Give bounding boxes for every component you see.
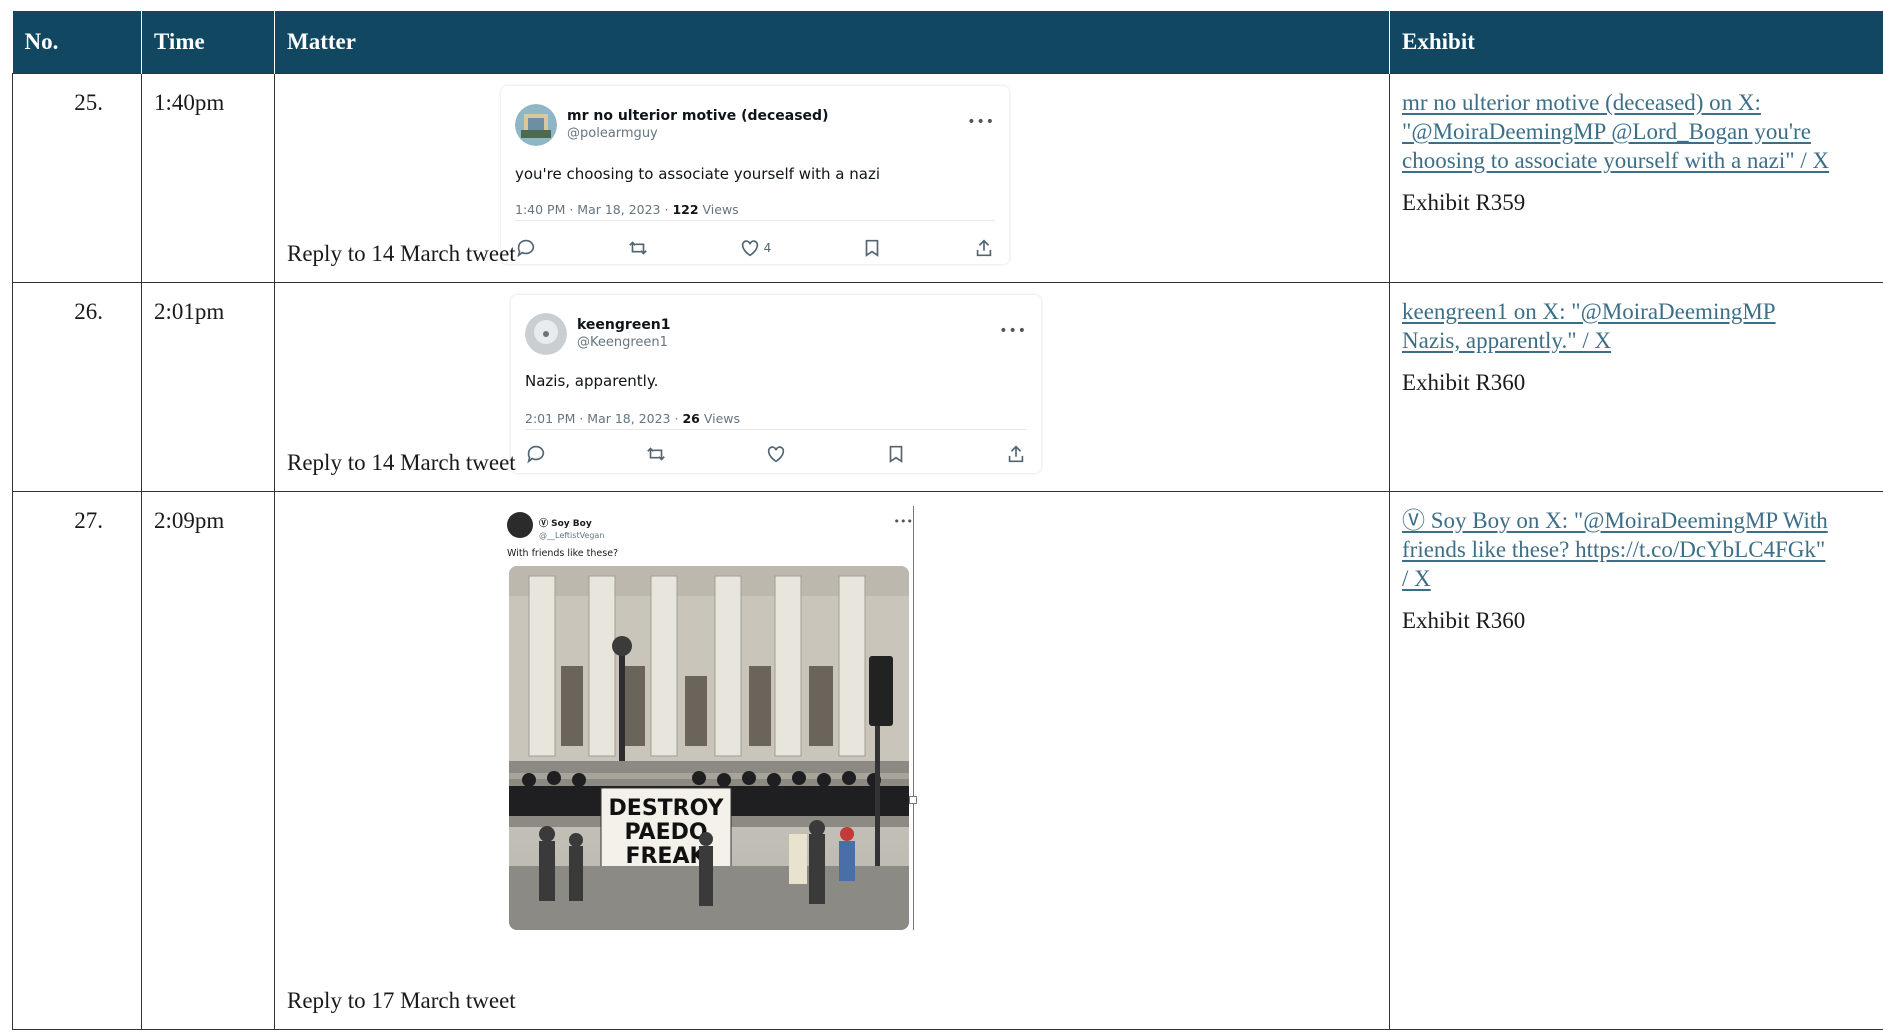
bookmark-icon[interactable] xyxy=(885,443,907,465)
exhibit-reference: Exhibit R360 xyxy=(1402,607,1526,633)
tweet-text: With friends like these? xyxy=(507,547,619,559)
table-row: 26. 2:01pm keengreen1 @Keengreen1 ••• Na… xyxy=(12,281,1883,492)
tweet-timestamp: 2:01 PM · Mar 18, 2023 · xyxy=(525,410,683,426)
row-number: 25. xyxy=(12,72,142,283)
row-number: 26. xyxy=(12,281,142,492)
like-icon[interactable] xyxy=(765,443,787,465)
like-icon[interactable]: 4 xyxy=(739,234,772,262)
header-matter: Matter xyxy=(274,11,1390,73)
tweet-timestamp: 1:40 PM · Mar 18, 2023 · xyxy=(515,201,673,217)
exhibit-cell: mr no ulterior motive (deceased) on X: "… xyxy=(1389,72,1883,283)
tweet-view-count: 26 xyxy=(682,410,700,426)
more-options-icon[interactable]: ••• xyxy=(967,108,995,136)
reply-icon[interactable] xyxy=(525,443,547,465)
header-row: No. Time Matter Exhibit xyxy=(12,11,1883,73)
exhibit-cell: Ⓥ Soy Boy on X: "@MoiraDeemingMP With fr… xyxy=(1389,490,1883,1030)
table-row: 27. 2:09pm Ⓥ Soy Boy @__LeftistVegan •••… xyxy=(12,490,1883,1030)
exhibit-link[interactable]: keengreen1 on X: "@MoiraDeemingMP Nazis,… xyxy=(1402,299,1776,353)
tweet-author-name: mr no ulterior motive (deceased) xyxy=(567,107,829,124)
tweet-header: keengreen1 @Keengreen1 xyxy=(525,312,671,355)
evidence-table: No. Time Matter Exhibit 25. 1:40pm mr no… xyxy=(12,11,1883,1030)
more-options-icon[interactable]: ••• xyxy=(999,317,1027,345)
tweet-actions xyxy=(525,443,1027,465)
exhibit-link-line: keengreen1 on X: "@MoiraDeemingMP xyxy=(1402,298,1776,324)
tweet-author-name: keengreen1 xyxy=(577,316,671,333)
exhibit-link-line: Nazis, apparently." / X xyxy=(1402,327,1612,353)
tweet-header: mr no ulterior motive (deceased) @polear… xyxy=(515,103,829,146)
tweet-divider xyxy=(515,219,995,221)
avatar xyxy=(525,312,567,355)
share-icon[interactable] xyxy=(1005,443,1027,465)
row-number: 27. xyxy=(12,490,142,1030)
exhibit-link[interactable]: Ⓥ Soy Boy on X: "@MoiraDeemingMP With fr… xyxy=(1402,508,1828,591)
share-icon[interactable] xyxy=(973,237,995,259)
retweet-icon[interactable] xyxy=(627,237,649,259)
row-time: 1:40pm xyxy=(141,72,275,283)
exhibit-link-line: / X xyxy=(1402,565,1431,591)
banner-text-line: PAEDO xyxy=(624,820,707,845)
header-exhibit: Exhibit xyxy=(1389,11,1883,73)
exhibit-link-line: mr no ulterior motive (deceased) on X: xyxy=(1402,89,1761,115)
tweet-divider xyxy=(525,428,1027,430)
tweet-author-handle: @Keengreen1 xyxy=(577,334,668,350)
matter-label: Reply to 14 March tweet xyxy=(287,240,516,266)
table-row: 25. 1:40pm mr no ulterior motive (deceas… xyxy=(12,72,1883,283)
tweet-text: you're choosing to associate yourself wi… xyxy=(515,164,880,183)
tweet-views-label: Views xyxy=(699,410,740,426)
exhibit-cell: keengreen1 on X: "@MoiraDeemingMP Nazis,… xyxy=(1389,281,1883,492)
tweet-actions: 4 xyxy=(515,234,995,262)
resize-handle[interactable] xyxy=(909,795,917,804)
header-no: No. xyxy=(12,11,142,73)
exhibit-link-line: Ⓥ Soy Boy on X: "@MoiraDeemingMP With xyxy=(1402,507,1828,533)
bookmark-icon[interactable] xyxy=(861,237,883,259)
tweet-views-label: Views xyxy=(698,201,739,217)
matter-cell: Ⓥ Soy Boy @__LeftistVegan ••• With frien… xyxy=(274,490,1390,1030)
tweet-text: Nazis, apparently. xyxy=(525,371,659,390)
tweet-photo[interactable]: DESTROY PAEDO FREAK xyxy=(509,565,909,930)
tweet-author-handle: @polearmguy xyxy=(567,125,658,141)
tweet-view-count: 122 xyxy=(672,201,699,217)
matter-cell: mr no ulterior motive (deceased) @polear… xyxy=(274,72,1390,283)
row-time: 2:09pm xyxy=(141,490,275,1030)
avatar xyxy=(515,103,557,146)
tweet-card: mr no ulterior motive (deceased) @polear… xyxy=(501,85,1009,264)
header-time: Time xyxy=(141,11,275,73)
matter-cell: keengreen1 @Keengreen1 ••• Nazis, appare… xyxy=(274,281,1390,492)
matter-label: Reply to 14 March tweet xyxy=(287,449,516,475)
tweet-with-photo: Ⓥ Soy Boy @__LeftistVegan ••• With frien… xyxy=(507,505,919,932)
matter-label: Reply to 17 March tweet xyxy=(287,988,516,1013)
exhibit-link[interactable]: mr no ulterior motive (deceased) on X: "… xyxy=(1402,90,1829,173)
retweet-icon[interactable] xyxy=(645,443,667,465)
exhibit-reference: Exhibit R360 xyxy=(1402,369,1526,395)
exhibit-link-line: friends like these? https://t.co/DcYbLC4… xyxy=(1402,536,1826,562)
tweet-card: keengreen1 @Keengreen1 ••• Nazis, appare… xyxy=(511,294,1041,473)
resize-guide xyxy=(913,505,914,930)
reply-icon[interactable] xyxy=(515,237,537,259)
like-count: 4 xyxy=(763,240,772,255)
banner-text-line: DESTROY xyxy=(609,796,725,821)
exhibit-link-line: "@MoiraDeemingMP @Lord_Bogan you're xyxy=(1402,118,1811,144)
exhibit-link-line: choosing to associate yourself with a na… xyxy=(1402,147,1830,173)
row-time: 2:01pm xyxy=(141,281,275,492)
avatar xyxy=(507,511,533,538)
more-options-icon[interactable]: ••• xyxy=(894,508,913,536)
banner-text-line: FREAK xyxy=(625,844,707,869)
exhibit-reference: Exhibit R359 xyxy=(1402,189,1526,215)
